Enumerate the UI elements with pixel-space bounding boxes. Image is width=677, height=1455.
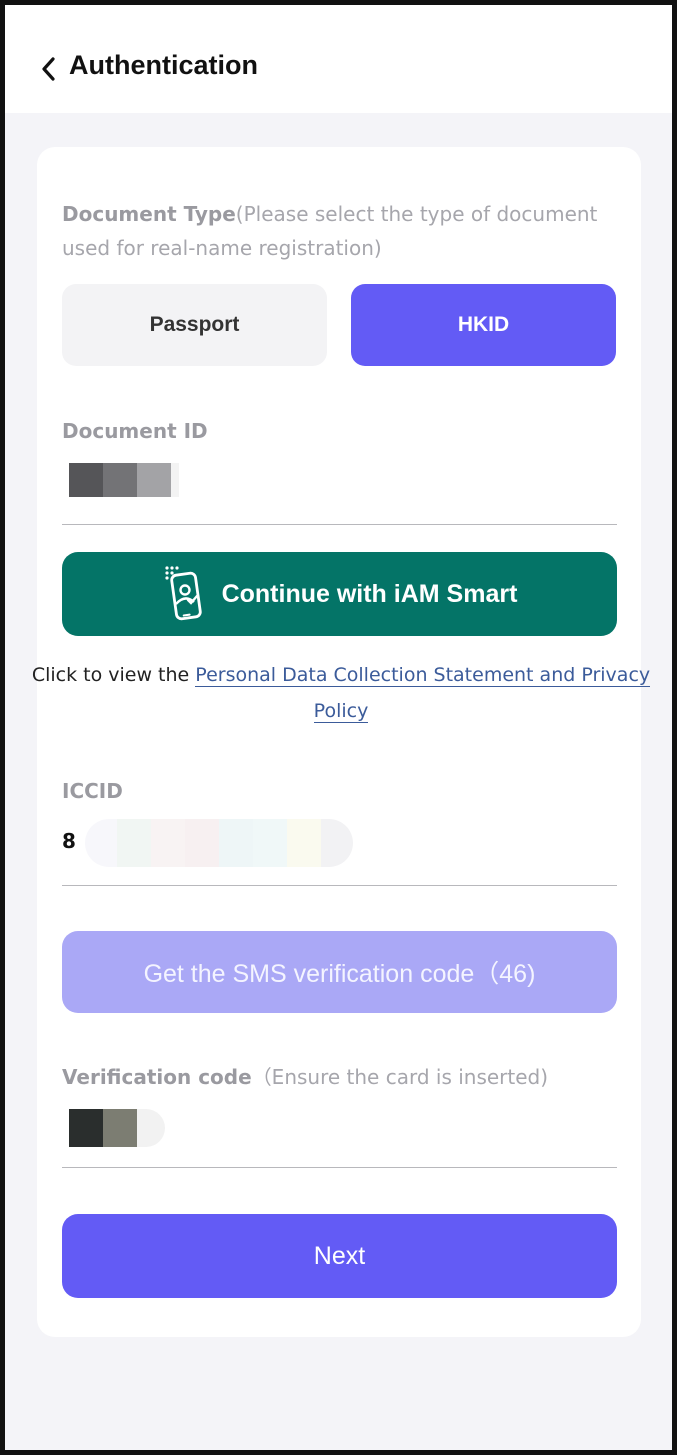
passport-option[interactable]: Passport bbox=[62, 284, 327, 366]
auth-form-card: Document Type(Please select the type of … bbox=[32, 147, 651, 1337]
hkid-option[interactable]: HKID bbox=[351, 284, 616, 366]
next-button[interactable]: Next bbox=[62, 1214, 617, 1298]
header: Authentication bbox=[5, 5, 672, 113]
privacy-policy-link[interactable]: Personal Data Collection Statement and P… bbox=[195, 664, 651, 687]
verification-code-underline bbox=[62, 1167, 617, 1168]
get-sms-code-button[interactable]: Get the SMS verification code（46) bbox=[62, 931, 617, 1013]
iam-smart-button[interactable]: Continue with iAM Smart bbox=[62, 552, 617, 636]
app-frame: Authentication Document Type(Please sele… bbox=[0, 0, 677, 1455]
iccid-label: ICCID bbox=[62, 779, 123, 803]
document-id-label: Document ID bbox=[62, 419, 208, 443]
iccid-underline bbox=[62, 885, 617, 886]
iam-smart-phone-icon bbox=[164, 566, 202, 621]
privacy-policy-link-cont[interactable]: Policy bbox=[313, 700, 369, 723]
iccid-mask bbox=[85, 819, 353, 867]
iccid-value-start: 8 bbox=[62, 829, 76, 853]
privacy-prefix: Click to view the bbox=[31, 664, 196, 686]
document-id-underline bbox=[62, 524, 617, 525]
chevron-left-icon[interactable] bbox=[37, 53, 61, 85]
document-type-label: Document Type(Please select the type of … bbox=[62, 197, 617, 265]
privacy-notice: Click to view the Personal Data Collecti… bbox=[5, 657, 672, 729]
verification-code-label-text: Verification code bbox=[62, 1065, 252, 1089]
verification-code-label: Verification code（Ensure the card is ins… bbox=[62, 1061, 548, 1090]
document-id-value-masked[interactable] bbox=[69, 463, 179, 497]
verification-code-value-masked[interactable] bbox=[69, 1109, 165, 1147]
iam-smart-label: Continue with iAM Smart bbox=[221, 579, 518, 608]
document-type-label-text: Document Type bbox=[62, 202, 236, 226]
verification-code-hint: （Ensure the card is inserted) bbox=[251, 1065, 549, 1089]
page-title: Authentication bbox=[69, 50, 258, 80]
